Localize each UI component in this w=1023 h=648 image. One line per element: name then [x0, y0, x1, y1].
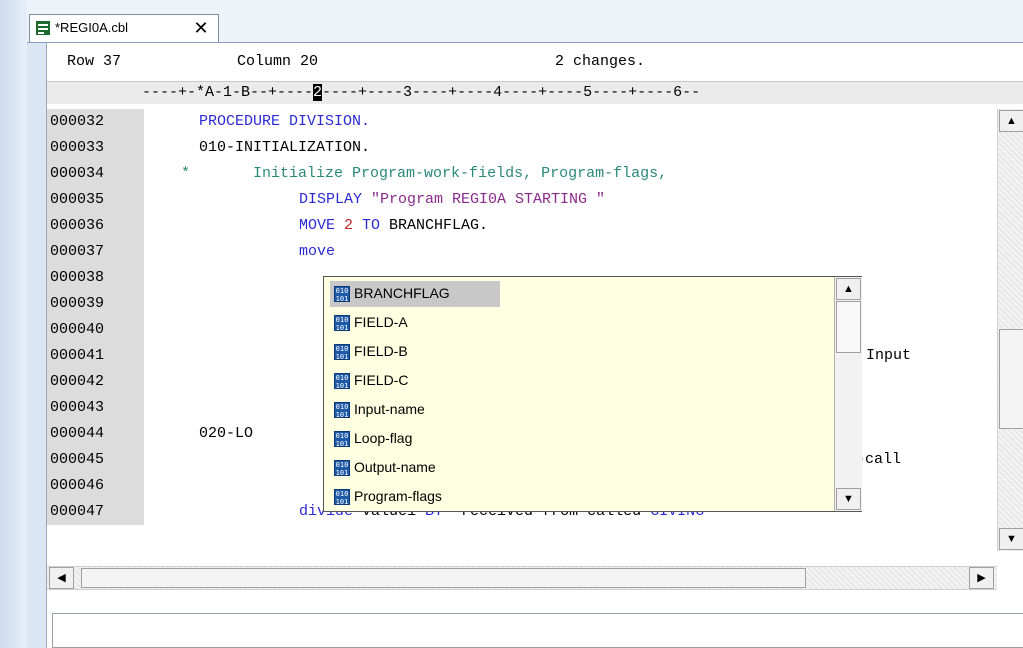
code-token: move: [299, 243, 336, 260]
line-number: 000036: [47, 213, 144, 239]
tab-regi0a-cbl[interactable]: *REGI0A.cbl ✕: [29, 14, 219, 42]
popup-scroll-thumb[interactable]: [836, 301, 861, 353]
line-number: 000034: [47, 161, 144, 187]
line-number: 000041: [47, 343, 144, 369]
code-token: BRANCHFLAG.: [389, 217, 489, 234]
code-text: 020-LO: [199, 421, 253, 447]
left-panel-edge: [0, 0, 27, 648]
horizontal-scroll-thumb[interactable]: [81, 568, 806, 588]
scroll-down-button[interactable]: ▼: [999, 528, 1023, 550]
scroll-left-button[interactable]: ◀: [49, 567, 74, 589]
line-number: 000042: [47, 369, 144, 395]
data-field-icon: 010 101: [334, 315, 350, 332]
code-token: "Program REGI0A STARTING ": [371, 191, 606, 208]
editor-tab-bar: *REGI0A.cbl ✕: [27, 0, 1023, 43]
completion-item-label: Loop-flag: [354, 430, 413, 446]
tab-title: *REGI0A.cbl: [55, 20, 128, 35]
data-field-icon: 010 101: [334, 460, 350, 477]
code-token: Input: [866, 347, 912, 364]
code-token: *: [181, 165, 191, 182]
line-number: 000032: [47, 109, 144, 135]
changes-indicator: 2 changes.: [555, 53, 646, 70]
completion-item[interactable]: 010 101 FIELD-C: [330, 368, 500, 394]
completion-item[interactable]: 010 101 FIELD-B: [330, 339, 500, 365]
completion-item-label: FIELD-A: [354, 314, 408, 330]
ruler-after: ----+----3----+----4----+----5----+----6…: [322, 84, 701, 101]
completion-item[interactable]: 010 101 Output-name: [330, 455, 500, 481]
completion-item[interactable]: 010 101 Input-name: [330, 397, 500, 423]
code-text: DISPLAY "Program REGI0A STARTING ": [299, 187, 605, 213]
completion-item-label: Program-flags: [354, 488, 442, 504]
code-line[interactable]: 000036 MOVE 2 TO BRANCHFLAG.: [47, 213, 997, 239]
line-number: 000033: [47, 135, 144, 161]
code-line[interactable]: 000034 * Initialize Program-work-fields, …: [47, 161, 997, 187]
code-line[interactable]: 000035 DISPLAY "Program REGI0A STARTING ": [47, 187, 997, 213]
vertical-scroll-thumb[interactable]: [999, 329, 1023, 429]
code-text: move: [299, 239, 335, 265]
line-number: 000044: [47, 421, 144, 447]
completion-item[interactable]: 010 101 Loop-flag: [330, 426, 500, 452]
completion-item-label: Output-name: [354, 459, 436, 475]
completion-item[interactable]: 010 101 Program-flags: [330, 484, 500, 510]
data-field-icon: 010 101: [334, 431, 350, 448]
completion-item-label: Input-name: [354, 401, 425, 417]
line-number: 000047: [47, 499, 144, 525]
code-token: PROCEDURE DIVISION.: [199, 113, 371, 130]
line-number: 000043: [47, 395, 144, 421]
data-field-icon: 010 101: [334, 489, 350, 506]
completion-item[interactable]: 010 101 FIELD-A: [330, 310, 500, 336]
scroll-up-button[interactable]: ▲: [999, 110, 1023, 132]
vertical-scrollbar[interactable]: ▲ ▼: [997, 109, 1023, 551]
line-number: 000039: [47, 291, 144, 317]
line-number: 000038: [47, 265, 144, 291]
line-number: 000046: [47, 473, 144, 499]
code-line[interactable]: 000037 move: [47, 239, 997, 265]
completion-item-label: FIELD-C: [354, 372, 409, 388]
code-text: * Initialize Program-work-fields, Progra…: [181, 161, 667, 187]
data-field-icon: 010 101: [334, 402, 350, 419]
data-field-icon: 010 101: [334, 373, 350, 390]
cobol-file-icon: [36, 21, 50, 35]
code-token: 020-LO: [199, 425, 254, 442]
code-text: MOVE 2 TO BRANCHFLAG.: [299, 213, 488, 239]
completion-item-label: FIELD-B: [354, 343, 408, 359]
code-text: PROCEDURE DIVISION.: [199, 109, 370, 135]
command-line-input[interactable]: [52, 613, 1023, 648]
popup-scroll-down-button[interactable]: ▼: [836, 488, 861, 510]
completion-item[interactable]: 010 101 BRANCHFLAG: [330, 281, 500, 307]
code-line[interactable]: 000033 010-INITIALIZATION.: [47, 135, 997, 161]
content-assist-popup: 010 101 BRANCHFLAG 010 101 FIELD-A 010 101 FI…: [323, 276, 862, 512]
line-number: 000035: [47, 187, 144, 213]
code-token: TO: [353, 217, 390, 234]
data-field-icon: 010 101: [334, 286, 350, 303]
line-number: 000040: [47, 317, 144, 343]
horizontal-scrollbar[interactable]: ◀ ▶: [47, 566, 997, 590]
code-text: 010-INITIALIZATION.: [199, 135, 370, 161]
data-field-icon: 010 101: [334, 344, 350, 361]
code-token: 2: [344, 217, 354, 234]
scroll-right-button[interactable]: ▶: [969, 567, 994, 589]
code-token: Initialize Program-work-fields, Program-…: [190, 165, 668, 182]
row-indicator: Row 37: [67, 53, 122, 70]
ruler-before: ----+-*A-1-B--+----: [142, 84, 314, 101]
column-indicator: Column 20: [237, 53, 319, 70]
popup-scroll-up-button[interactable]: ▲: [836, 278, 861, 300]
code-line[interactable]: 000032 PROCEDURE DIVISION.: [47, 109, 997, 135]
column-ruler: ----+-*A-1-B--+----2----+----3----+----4…: [47, 81, 1023, 104]
line-number: 000045: [47, 447, 144, 473]
code-token: MOVE: [299, 217, 345, 234]
ruler-cursor-marker: 2: [313, 84, 323, 101]
close-icon[interactable]: ✕: [190, 17, 212, 39]
code-token: 010-INITIALIZATION.: [199, 139, 371, 156]
popup-scrollbar[interactable]: ▲ ▼: [834, 277, 862, 511]
line-number: 000037: [47, 239, 144, 265]
editor-status-line: Row 37 Column 20 2 changes.: [47, 53, 1023, 73]
completion-item-label: BRANCHFLAG: [354, 285, 450, 301]
code-token: DISPLAY: [299, 191, 372, 208]
